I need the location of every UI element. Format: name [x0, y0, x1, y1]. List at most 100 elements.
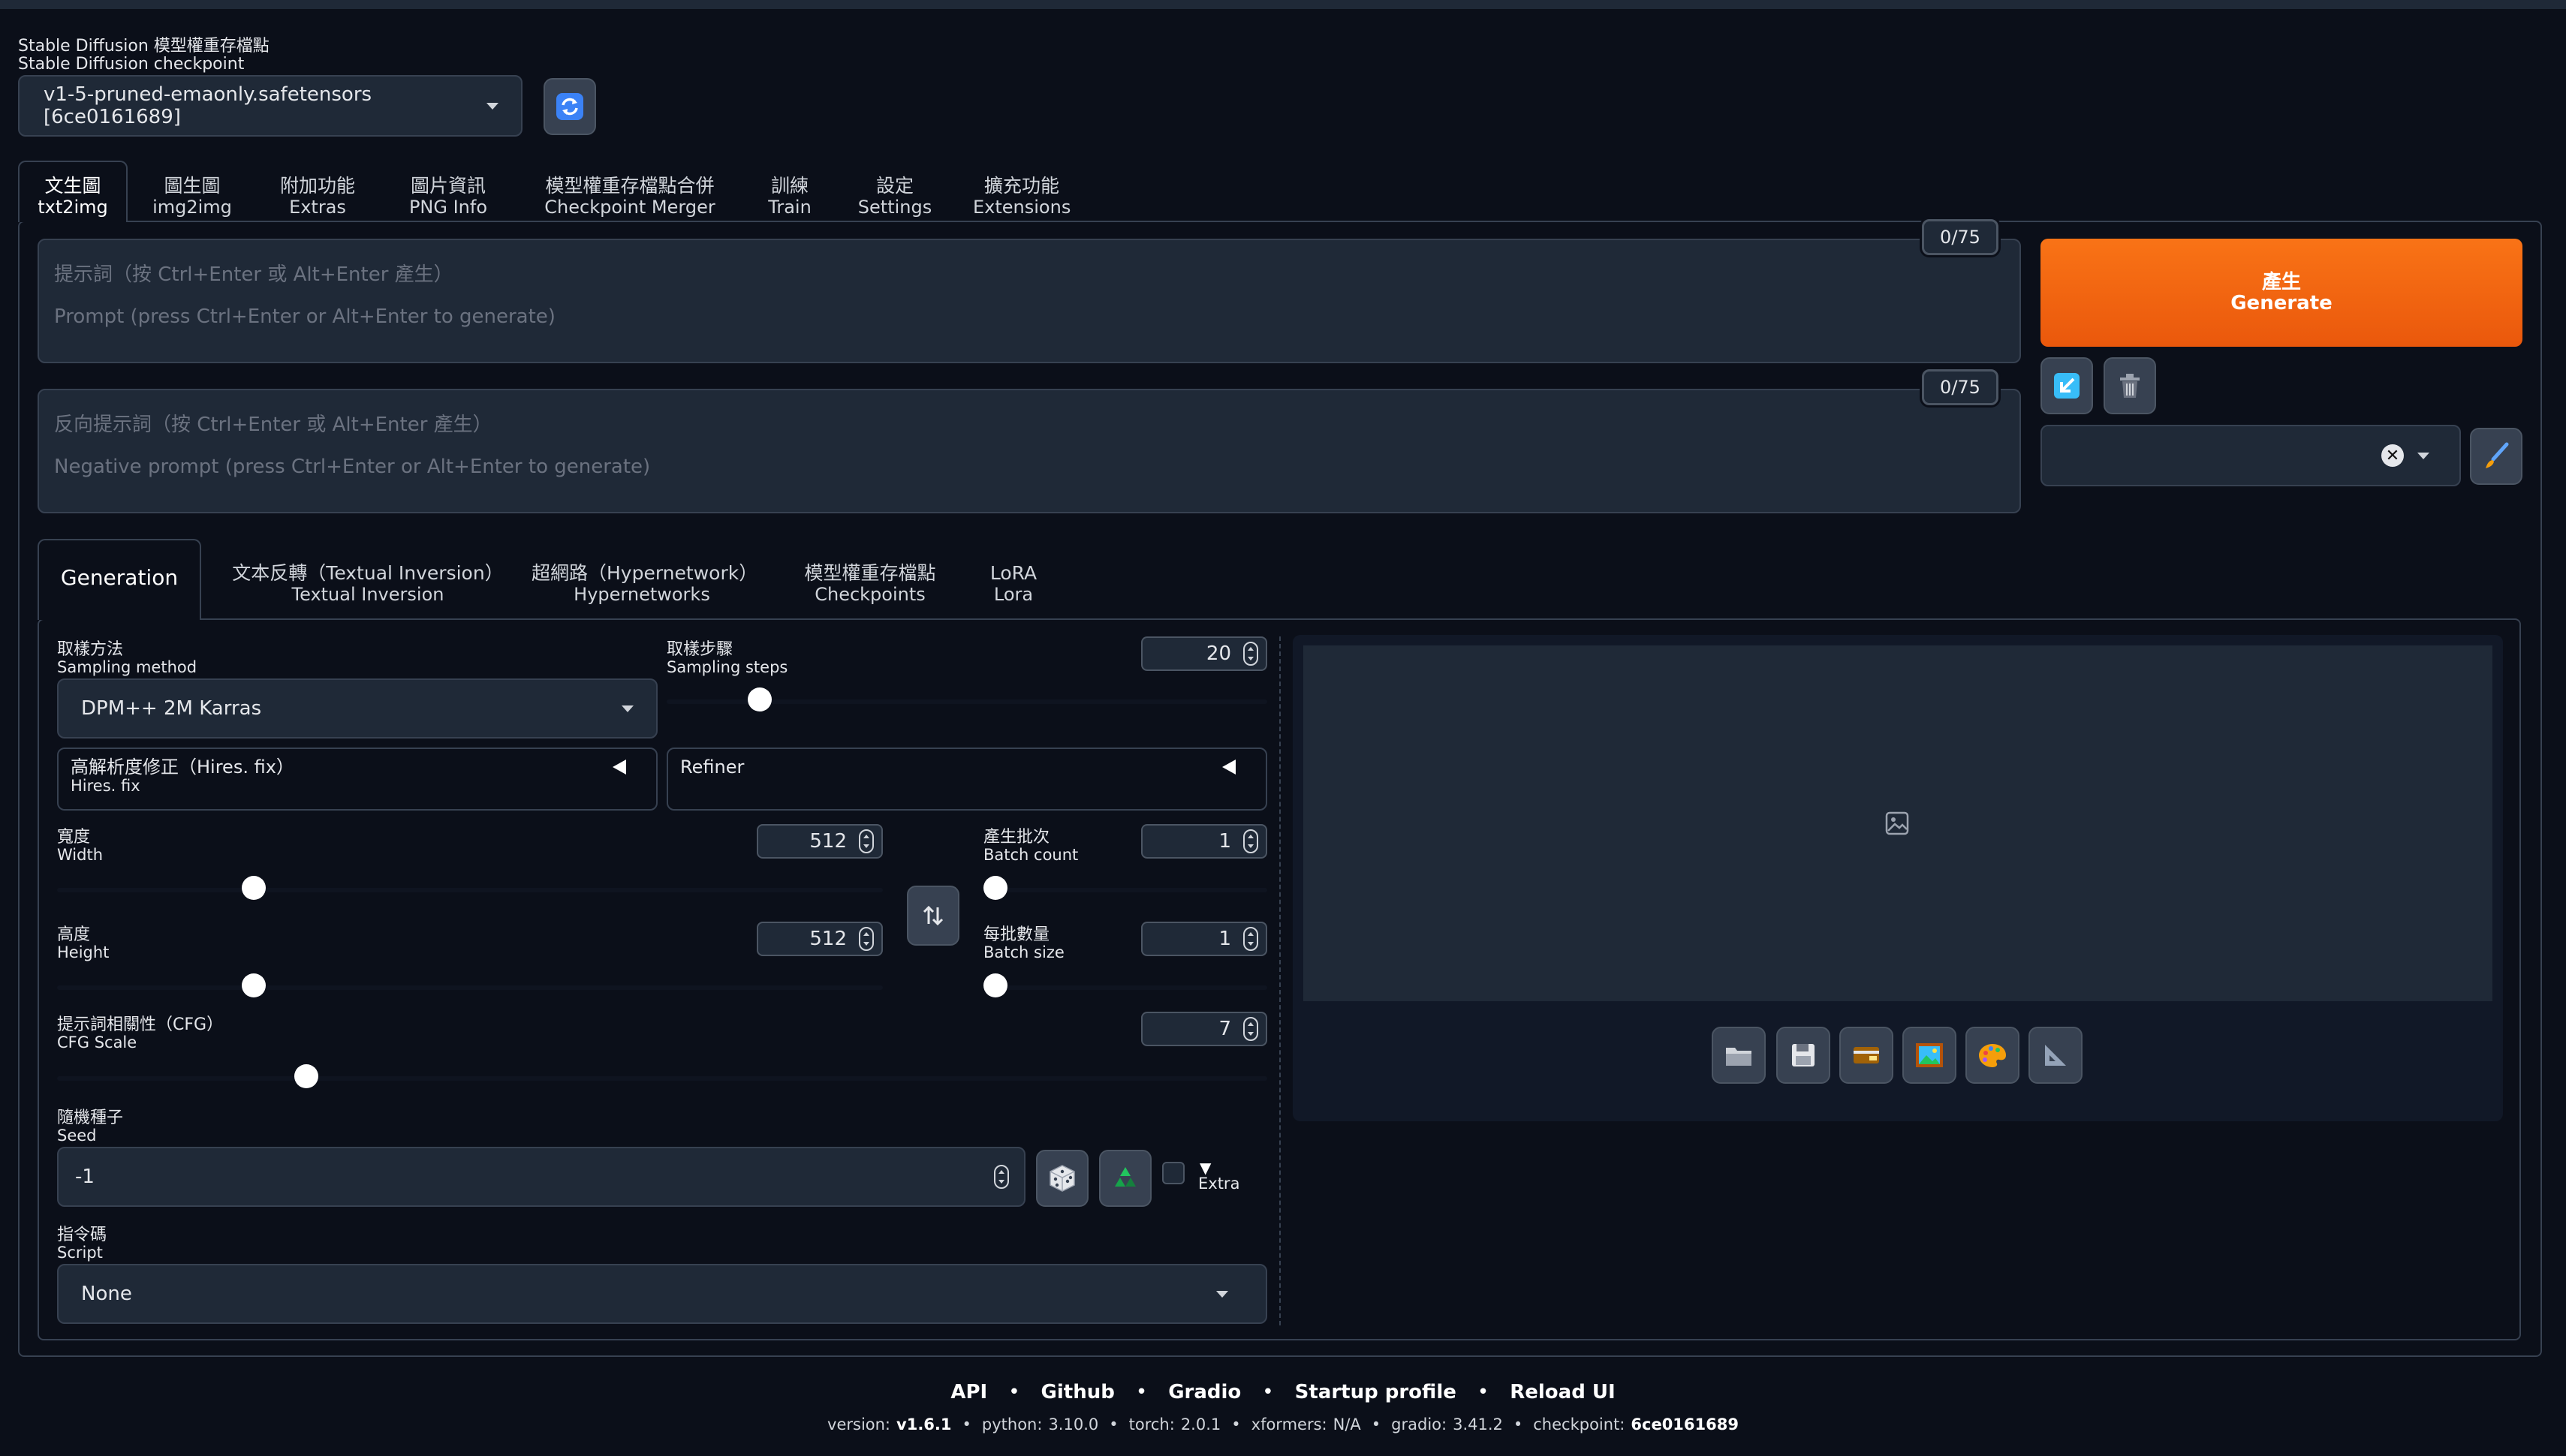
tab-label-zh: 超網路（Hypernetwork） — [532, 562, 758, 584]
sampling-method-label-zh: 取樣方法 — [57, 640, 124, 659]
swap-arrows-icon — [923, 905, 944, 926]
width-thumb[interactable] — [241, 876, 266, 900]
tab-img2img[interactable]: 圖生圖 img2img — [147, 176, 237, 218]
refresh-checkpoint-button[interactable] — [544, 78, 596, 135]
extra-seed-checkbox[interactable] — [1162, 1162, 1185, 1184]
negative-prompt-token-counter: 0/75 — [1922, 369, 1998, 405]
random-seed-button[interactable] — [1036, 1150, 1089, 1207]
checkpoint-label-en: Stable Diffusion checkpoint — [18, 55, 245, 74]
batch-size-input[interactable]: 1 — [1141, 922, 1267, 956]
tab-train[interactable]: 訓練 Train — [760, 176, 820, 218]
tab-settings[interactable]: 設定 Settings — [857, 176, 932, 218]
hires-fix-accordion[interactable]: 高解析度修正（Hires. fix） Hires. fix — [57, 748, 658, 811]
prompt-textarea[interactable]: 提示詞（按 Ctrl+Enter 或 Alt+Enter 產生） Prompt … — [38, 239, 2021, 363]
tab-lora[interactable]: LoRA Lora — [983, 563, 1044, 606]
spinner-icon[interactable] — [1243, 1017, 1258, 1041]
hires-fix-label-zh: 高解析度修正（Hires. fix） — [71, 757, 294, 778]
spinner-icon[interactable] — [1243, 642, 1258, 666]
footer-link-github[interactable]: Github — [1041, 1381, 1115, 1403]
batch-size-slider[interactable] — [983, 973, 1267, 997]
clear-prompt-button[interactable] — [2104, 357, 2156, 414]
cfg-scale-thumb[interactable] — [294, 1064, 318, 1088]
width-value: 512 — [809, 830, 847, 853]
reuse-seed-button[interactable] — [1099, 1150, 1152, 1207]
sampling-steps-thumb[interactable] — [747, 687, 772, 711]
footer-link-api[interactable]: API — [950, 1381, 987, 1403]
tab-label-en: Train — [768, 197, 812, 218]
top-bar — [0, 0, 2566, 9]
script-value: None — [81, 1283, 132, 1305]
height-thumb[interactable] — [241, 973, 266, 997]
negative-prompt-textarea[interactable]: 反向提示詞（按 Ctrl+Enter 或 Alt+Enter 產生） Negat… — [38, 389, 2021, 513]
tab-extras[interactable]: 附加功能 Extras — [269, 176, 366, 218]
save-button[interactable] — [1776, 1027, 1830, 1084]
chevron-down-icon — [622, 705, 634, 712]
generate-button[interactable]: 產生 Generate — [2040, 239, 2522, 347]
save-zip-button[interactable] — [1839, 1027, 1893, 1084]
spinner-icon[interactable] — [1243, 927, 1258, 951]
tab-generation[interactable]: Generation — [38, 567, 201, 588]
apply-styles-button[interactable] — [2470, 428, 2522, 485]
send-to-extras-button[interactable] — [2028, 1027, 2083, 1084]
send-to-img2img-button[interactable] — [1902, 1027, 1956, 1084]
column-divider — [1279, 636, 1281, 1325]
cfg-scale-slider[interactable] — [57, 1064, 1267, 1088]
tab-extensions[interactable]: 擴充功能 Extensions — [973, 176, 1071, 218]
send-to-inpaint-button[interactable] — [1965, 1027, 2019, 1084]
footer-link-reload-ui[interactable]: Reload UI — [1510, 1381, 1615, 1403]
swap-dimensions-button[interactable] — [907, 886, 959, 946]
height-value: 512 — [809, 928, 847, 950]
refiner-accordion[interactable]: Refiner — [667, 748, 1267, 811]
width-input[interactable]: 512 — [757, 824, 883, 859]
tab-txt2img[interactable]: 文生圖 txt2img — [18, 176, 128, 218]
height-slider[interactable] — [57, 973, 883, 997]
footer-separator: • — [1135, 1381, 1148, 1403]
chevron-down-icon — [1216, 1290, 1228, 1298]
tab-textual-inversion[interactable]: 文本反轉（Textual Inversion） Textual Inversio… — [222, 563, 514, 606]
batch-count-input[interactable]: 1 — [1141, 824, 1267, 859]
read-params-button[interactable] — [2040, 357, 2093, 414]
sampling-steps-input[interactable]: 20 — [1141, 636, 1267, 671]
tab-checkpoints[interactable]: 模型權重存檔點 Checkpoints — [799, 563, 941, 606]
height-label-zh: 高度 — [57, 925, 91, 944]
footer-link-gradio[interactable]: Gradio — [1168, 1381, 1241, 1403]
tab-label: Generation — [60, 565, 179, 590]
spinner-icon[interactable] — [994, 1165, 1009, 1189]
version-value: v1.6.1 — [896, 1415, 952, 1433]
batch-size-value: 1 — [1218, 928, 1231, 950]
refiner-label: Refiner — [680, 757, 745, 778]
checkpoint-dropdown[interactable]: v1-5-pruned-emaonly.safetensors [6ce0161… — [18, 75, 523, 137]
script-label-en: Script — [57, 1244, 103, 1262]
tab-checkpoint-merger[interactable]: 模型權重存檔點合併 Checkpoint Merger — [535, 176, 725, 218]
seed-input[interactable]: -1 — [57, 1147, 1025, 1207]
extra-seed-label[interactable]: Extra — [1198, 1175, 1239, 1192]
prompt-placeholder-zh: 提示詞（按 Ctrl+Enter 或 Alt+Enter 產生） — [54, 263, 453, 286]
tab-label-zh: 擴充功能 — [983, 175, 1059, 197]
tab-png-info[interactable]: 圖片資訊 PNG Info — [398, 176, 498, 218]
spinner-icon[interactable] — [859, 829, 874, 853]
triangular-ruler-icon — [2045, 1045, 2066, 1066]
batch-count-thumb[interactable] — [983, 876, 1007, 900]
batch-count-slider[interactable] — [983, 876, 1267, 900]
styles-dropdown[interactable]: ✕ — [2040, 425, 2461, 486]
cfg-scale-input[interactable]: 7 — [1141, 1012, 1267, 1046]
width-slider[interactable] — [57, 876, 883, 900]
height-input[interactable]: 512 — [757, 922, 883, 956]
tab-label-zh: 訓練 — [770, 175, 809, 197]
negative-prompt-placeholder-en: Negative prompt (press Ctrl+Enter or Alt… — [54, 456, 651, 478]
negative-prompt-placeholder-zh: 反向提示詞（按 Ctrl+Enter 或 Alt+Enter 產生） — [54, 414, 492, 436]
open-folder-button[interactable] — [1712, 1027, 1766, 1084]
spinner-icon[interactable] — [1243, 829, 1258, 853]
script-dropdown[interactable]: None — [57, 1264, 1267, 1324]
sampling-steps-slider[interactable] — [667, 687, 1267, 711]
clear-icon[interactable]: ✕ — [2381, 444, 2404, 467]
footer-separator: • — [1008, 1381, 1020, 1403]
version-separator: • — [1513, 1415, 1523, 1433]
batch-size-thumb[interactable] — [983, 973, 1007, 997]
checkpoint-hash-label: checkpoint: — [1533, 1415, 1625, 1433]
spinner-icon[interactable] — [859, 927, 874, 951]
sampling-method-dropdown[interactable]: DPM++ 2M Karras — [57, 678, 658, 739]
tab-hypernetworks[interactable]: 超網路（Hypernetwork） Hypernetworks — [532, 562, 758, 606]
footer-link-startup-profile[interactable]: Startup profile — [1295, 1381, 1456, 1403]
tab-label-en: Extras — [289, 197, 346, 218]
